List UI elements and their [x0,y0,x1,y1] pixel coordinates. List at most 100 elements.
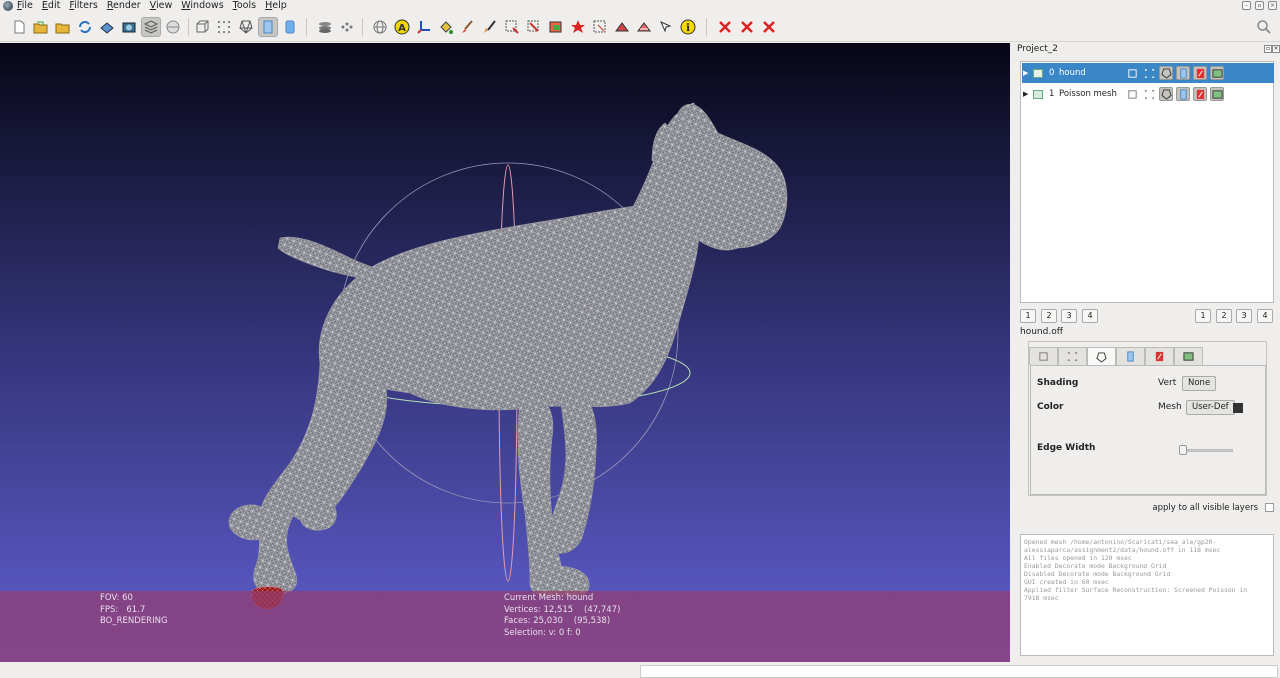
menu-filters[interactable]: Filters [69,0,98,12]
save-mesh-icon [100,22,114,34]
import-mesh-button[interactable] [53,17,73,37]
tab-color[interactable] [1174,347,1203,365]
layer-texture-icon[interactable] [1193,66,1207,80]
reload-button[interactable] [75,17,95,37]
new-project-button[interactable] [9,17,29,37]
tab-solid[interactable] [1116,347,1145,365]
layer-texture-icon[interactable] [1193,87,1207,101]
hound-mesh [228,102,788,610]
about-button[interactable]: i [678,17,698,37]
float-panel-icon[interactable]: ▫ [1264,45,1272,53]
mesh-filename: hound.off [1020,327,1063,337]
info-icon: i [680,19,696,35]
points-render-button[interactable] [214,17,234,37]
select-connected-button[interactable] [656,17,676,37]
measure-tool-button[interactable] [634,17,654,37]
edge-width-slider-handle[interactable] [1179,445,1187,455]
flat-shading-button[interactable] [258,17,278,37]
apply-all-checkbox[interactable] [1265,503,1274,512]
tab-bbox[interactable] [1029,347,1058,365]
layer-bbox-icon[interactable] [1125,66,1139,80]
log-line: All files opened in 120 msec [1024,554,1132,562]
left-view-1-button[interactable]: 1 [1020,309,1036,323]
faces-readout: Faces: 25,030 (95,538) [504,616,611,626]
right-view-1-button[interactable]: 1 [1195,309,1211,323]
export-mesh-button[interactable] [97,17,117,37]
color-userdef-button[interactable]: User-Def [1186,400,1235,415]
trackball-button[interactable] [370,17,390,37]
delete-selection-button[interactable] [759,17,779,37]
select-vertices-button[interactable] [524,17,544,37]
select-faces-button[interactable] [502,17,522,37]
menu-help[interactable]: Help [265,0,287,12]
menu-windows[interactable]: Windows [181,0,223,12]
layer-points-icon[interactable] [1142,66,1156,80]
3d-viewport[interactable]: FOV: 60 FPS: 61.7 BO_RENDERING Current M… [0,43,1010,662]
right-view-3-button[interactable]: 3 [1236,309,1252,323]
layer-flat-icon[interactable] [1176,66,1190,80]
show-layers-button[interactable] [141,17,161,37]
left-view-3-button[interactable]: 3 [1061,309,1077,323]
layer-flat-icon[interactable] [1176,87,1190,101]
tab-points[interactable] [1058,347,1087,365]
backface-button[interactable] [337,17,357,37]
render-mode-readout: BO_RENDERING [100,616,168,626]
raster-layers-button[interactable] [163,17,183,37]
z-painting-button[interactable] [458,17,478,37]
annotate-button[interactable]: A [392,17,412,37]
left-view-4-button[interactable]: 4 [1082,309,1098,323]
layer-wire-icon[interactable] [1159,66,1173,80]
minimize-icon[interactable]: – [1242,1,1251,10]
menu-file[interactable]: File [17,0,33,12]
visibility-icon[interactable] [1033,89,1043,99]
layer-row-hound[interactable]: ▶ 0 hound [1022,63,1274,83]
menu-view[interactable]: View [150,0,173,12]
paint-bucket-button[interactable] [436,17,456,37]
georef-button[interactable] [568,17,588,37]
layers-icon [143,20,159,34]
edge-width-slider-track[interactable] [1181,449,1233,452]
right-view-4-button[interactable]: 4 [1257,309,1273,323]
svg-text:A: A [398,23,406,34]
open-project-button[interactable] [31,17,51,37]
tab-texture[interactable] [1145,347,1174,365]
search-icon[interactable] [1256,19,1272,35]
manipulators-button[interactable] [612,17,632,37]
menu-tools[interactable]: Tools [233,0,256,12]
shading-none-button[interactable]: None [1182,376,1217,391]
shading-label: Shading [1037,378,1079,388]
menu-render[interactable]: Render [107,0,141,12]
wireframe-tab-icon [1096,351,1107,363]
close-window-icon[interactable]: × [1268,1,1277,10]
bbox-render-button[interactable] [192,17,212,37]
restore-icon[interactable]: ▫ [1255,1,1264,10]
measure-button[interactable] [414,17,434,37]
align-button[interactable] [590,17,610,37]
log-line: Opened mesh /home/antonino/Scaricati/sea… [1024,538,1221,554]
expand-arrow-icon[interactable]: ▶ [1023,90,1031,98]
delete-selected-vertices-button[interactable] [737,17,757,37]
visibility-icon[interactable] [1033,68,1043,78]
layer-wire-icon[interactable] [1159,87,1173,101]
layer-bbox-icon[interactable] [1125,87,1139,101]
layer-color-icon[interactable] [1210,87,1224,101]
color-swatch[interactable] [1233,403,1243,413]
close-panel-icon[interactable]: × [1272,45,1280,53]
log-window: Opened mesh /home/antonino/Scaricati/sea… [1020,534,1274,656]
layer-points-icon[interactable] [1142,87,1156,101]
left-view-2-button[interactable]: 2 [1041,309,1057,323]
snapshot-button[interactable] [119,17,139,37]
smooth-shading-button[interactable] [280,17,300,37]
expand-arrow-icon[interactable]: ▶ [1023,69,1031,77]
bbox-tab-icon [1039,352,1048,361]
menu-edit[interactable]: Edit [42,0,60,12]
brush-button[interactable] [480,17,500,37]
pick-points-button[interactable] [546,17,566,37]
light-toggle-button[interactable] [315,17,335,37]
layer-row-poisson-mesh[interactable]: ▶ 1 Poisson mesh [1022,84,1274,104]
right-view-2-button[interactable]: 2 [1216,309,1232,323]
wireframe-render-button[interactable] [236,17,256,37]
tab-wireframe[interactable] [1087,347,1116,366]
delete-selected-faces-button[interactable] [715,17,735,37]
layer-color-icon[interactable] [1210,66,1224,80]
